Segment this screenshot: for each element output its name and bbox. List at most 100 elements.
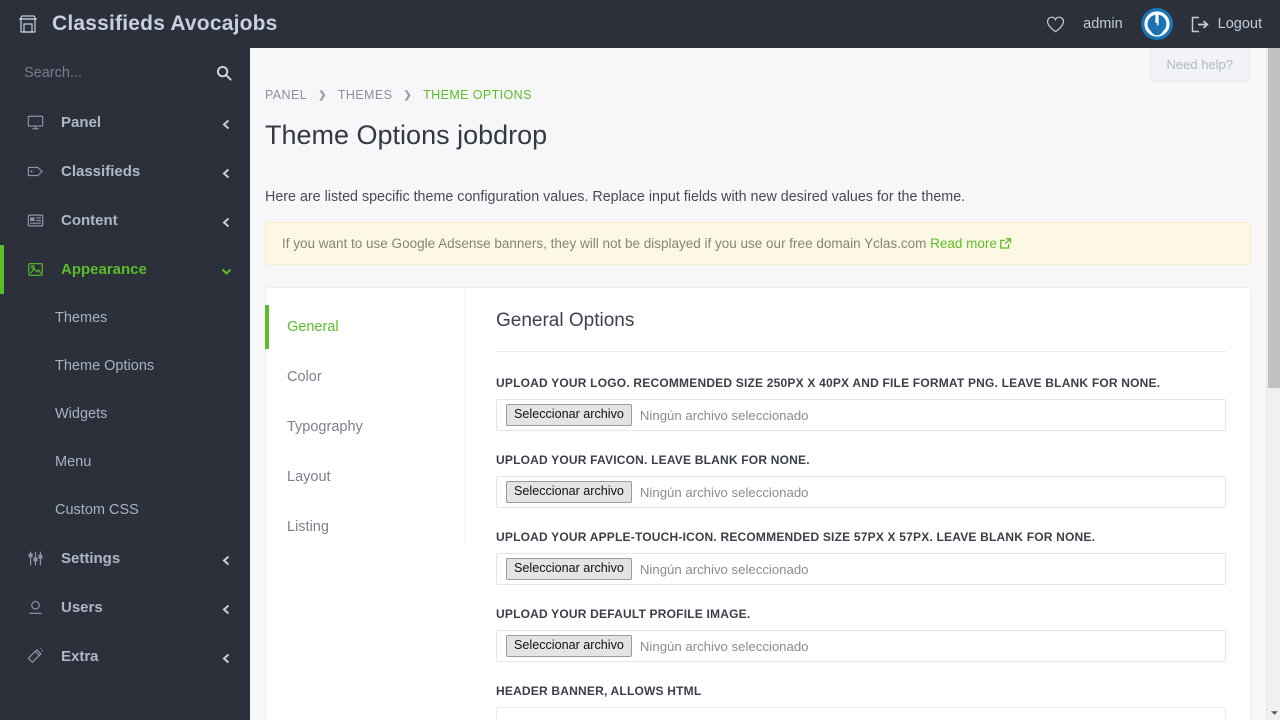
page-title: Theme Options jobdrop bbox=[265, 120, 548, 150]
field-apple-touch-icon: UPLOAD YOUR APPLE-TOUCH-ICON. RECOMMENDE… bbox=[496, 530, 1226, 585]
sidebar-item-label: Appearance bbox=[61, 261, 147, 278]
tab-layout[interactable]: Layout bbox=[266, 452, 465, 502]
choose-file-button[interactable]: Seleccionar archivo bbox=[506, 558, 632, 580]
field-header-banner: HEADER BANNER, ALLOWS HTML bbox=[496, 684, 1226, 720]
sidebar-item-classifieds[interactable]: Classifieds bbox=[0, 147, 250, 196]
field-logo: UPLOAD YOUR LOGO. RECOMMENDED SIZE 250PX… bbox=[496, 376, 1226, 431]
sidebar-item-panel[interactable]: Panel bbox=[0, 98, 250, 147]
sidebar-subitem-custom-css[interactable]: Custom CSS bbox=[0, 486, 250, 534]
sidebar-item-label: Classifieds bbox=[61, 163, 141, 180]
sidebar-item-extra[interactable]: Extra bbox=[0, 632, 250, 681]
breadcrumb-item-panel[interactable]: PANEL bbox=[265, 88, 307, 102]
chevron-left-icon bbox=[221, 651, 232, 664]
chevron-left-icon bbox=[221, 117, 232, 130]
choose-file-button[interactable]: Seleccionar archivo bbox=[506, 635, 632, 657]
brand[interactable]: Classifieds Avocajobs bbox=[0, 0, 277, 48]
apple-touch-icon-file-input[interactable]: Seleccionar archivo Ningún archivo selec… bbox=[496, 553, 1226, 585]
chevron-left-icon bbox=[221, 553, 232, 566]
logout-button[interactable]: Logout bbox=[1191, 16, 1262, 33]
choose-file-button[interactable]: Seleccionar archivo bbox=[506, 481, 632, 503]
sidebar-subitem-widgets[interactable]: Widgets bbox=[0, 390, 250, 438]
breadcrumb: PANEL ❯ THEMES ❯ THEME OPTIONS bbox=[250, 48, 1266, 102]
search-input[interactable] bbox=[22, 64, 216, 82]
tab-general[interactable]: General bbox=[265, 302, 465, 352]
heart-icon[interactable] bbox=[1046, 15, 1065, 34]
favicon-file-input[interactable]: Seleccionar archivo Ningún archivo selec… bbox=[496, 476, 1226, 508]
main-content: Need help? PANEL ❯ THEMES ❯ THEME OPTION… bbox=[250, 48, 1266, 720]
vertical-scrollbar[interactable] bbox=[1266, 48, 1280, 720]
theme-options-tabs: General Color Typography Layout Listing bbox=[265, 288, 466, 544]
theme-options-panel: General Color Typography Layout Listing … bbox=[265, 287, 1251, 720]
flask-icon bbox=[26, 647, 45, 666]
sidebar-subitem-theme-options[interactable]: Theme Options bbox=[0, 342, 250, 390]
brand-title: Classifieds Avocajobs bbox=[52, 12, 278, 35]
tab-label: Listing bbox=[287, 519, 329, 535]
profile-image-file-input[interactable]: Seleccionar archivo Ningún archivo selec… bbox=[496, 630, 1226, 662]
sidebar-subitem-menu[interactable]: Menu bbox=[0, 438, 250, 486]
sidebar-item-label: Panel bbox=[61, 114, 102, 131]
sidebar-subitem-label: Menu bbox=[55, 454, 92, 470]
tab-panel-general: General Options UPLOAD YOUR LOGO. RECOMM… bbox=[466, 288, 1250, 720]
choose-file-button[interactable]: Seleccionar archivo bbox=[506, 404, 632, 426]
scrollbar-thumb[interactable] bbox=[1268, 48, 1280, 388]
file-status-label: Ningún archivo seleccionado bbox=[639, 638, 809, 654]
field-default-profile-image: UPLOAD YOUR DEFAULT PROFILE IMAGE. Selec… bbox=[496, 607, 1226, 662]
logout-icon bbox=[1191, 16, 1209, 33]
field-label: UPLOAD YOUR LOGO. RECOMMENDED SIZE 250PX… bbox=[496, 376, 1161, 390]
field-label: UPLOAD YOUR DEFAULT PROFILE IMAGE. bbox=[496, 607, 751, 621]
read-more-link[interactable]: Read more bbox=[930, 236, 1011, 251]
field-label: UPLOAD YOUR FAVICON. LEAVE BLANK FOR NON… bbox=[496, 453, 810, 467]
breadcrumb-item-themes[interactable]: THEMES bbox=[338, 88, 393, 102]
sidebar-item-label: Content bbox=[61, 212, 118, 229]
sidebar-subitem-label: Theme Options bbox=[55, 358, 155, 374]
sidebar-item-content[interactable]: Content bbox=[0, 196, 250, 245]
tab-typography[interactable]: Typography bbox=[266, 402, 465, 452]
adsense-notice-text: If you want to use Google Adsense banner… bbox=[282, 236, 927, 251]
external-link-icon bbox=[1000, 237, 1011, 249]
divider bbox=[496, 351, 1226, 352]
chevron-left-icon bbox=[221, 602, 232, 615]
logout-label: Logout bbox=[1217, 16, 1262, 32]
field-label: UPLOAD YOUR APPLE-TOUCH-ICON. RECOMMENDE… bbox=[496, 530, 1096, 544]
scroll-down-arrow-icon[interactable] bbox=[1268, 706, 1280, 720]
file-status-label: Ningún archivo seleccionado bbox=[639, 484, 809, 500]
chevron-right-icon: ❯ bbox=[403, 89, 413, 101]
file-status-label: Ningún archivo seleccionado bbox=[639, 561, 809, 577]
sidebar-search[interactable] bbox=[0, 48, 250, 98]
breadcrumb-item-theme-options: THEME OPTIONS bbox=[423, 88, 532, 102]
sidebar-subitem-label: Custom CSS bbox=[55, 502, 139, 518]
store-icon bbox=[18, 14, 38, 34]
sidebar-item-settings[interactable]: Settings bbox=[0, 534, 250, 583]
newspaper-icon bbox=[26, 211, 45, 230]
logo-file-input[interactable]: Seleccionar archivo Ningún archivo selec… bbox=[496, 399, 1226, 431]
search-icon[interactable] bbox=[216, 65, 232, 81]
tab-label: Layout bbox=[287, 469, 331, 485]
user-icon bbox=[26, 598, 45, 617]
sidebar-item-users[interactable]: Users bbox=[0, 583, 250, 632]
chevron-left-icon bbox=[221, 215, 232, 228]
need-help-button[interactable]: Need help? bbox=[1149, 48, 1250, 82]
sidebar-subitem-themes[interactable]: Themes bbox=[0, 294, 250, 342]
adsense-notice: If you want to use Google Adsense banner… bbox=[265, 222, 1251, 265]
image-icon bbox=[26, 260, 45, 279]
tab-label: General bbox=[287, 319, 339, 335]
chevron-down-icon bbox=[221, 264, 232, 275]
chevron-left-icon bbox=[221, 166, 232, 179]
top-bar: Classifieds Avocajobs admin Logout bbox=[0, 0, 1280, 48]
tab-color[interactable]: Color bbox=[266, 352, 465, 402]
field-label: HEADER BANNER, ALLOWS HTML bbox=[496, 684, 702, 698]
avatar[interactable] bbox=[1140, 8, 1173, 40]
sidebar-item-label: Settings bbox=[61, 550, 121, 567]
sidebar: Panel Classifieds Content bbox=[0, 48, 250, 720]
tab-label: Typography bbox=[287, 419, 363, 435]
sidebar-item-appearance[interactable]: Appearance bbox=[0, 245, 250, 294]
tab-label: Color bbox=[287, 369, 322, 385]
top-bar-right: admin Logout bbox=[1046, 0, 1280, 48]
header-banner-input[interactable] bbox=[496, 707, 1226, 720]
read-more-label: Read more bbox=[930, 236, 997, 251]
tab-listing[interactable]: Listing bbox=[266, 502, 465, 552]
admin-username[interactable]: admin bbox=[1083, 16, 1123, 32]
sidebar-subitem-label: Themes bbox=[55, 310, 108, 326]
field-favicon: UPLOAD YOUR FAVICON. LEAVE BLANK FOR NON… bbox=[496, 453, 1226, 508]
page-description: Here are listed specific theme configura… bbox=[265, 189, 966, 205]
